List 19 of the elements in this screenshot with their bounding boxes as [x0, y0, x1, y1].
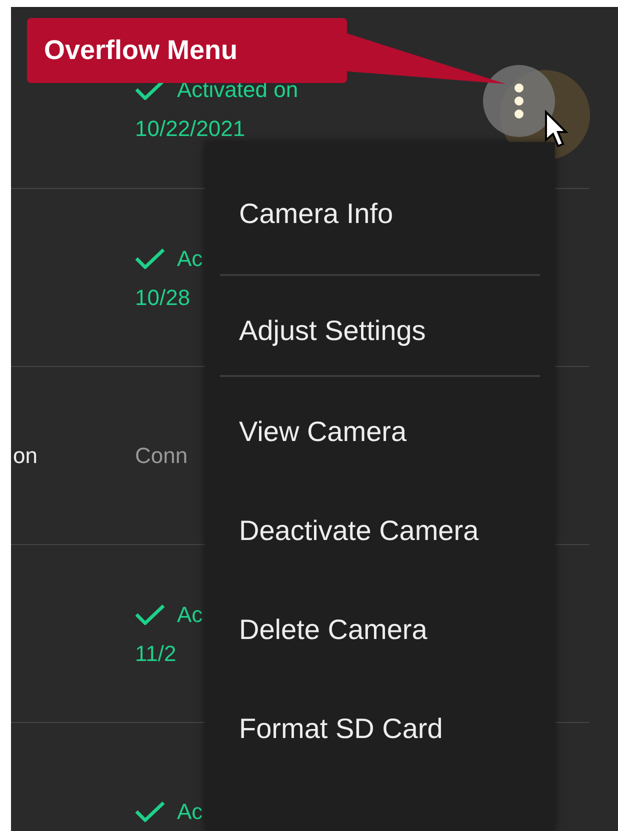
menu-item[interactable]: Deactivate Camera [205, 476, 555, 575]
status-text: Ac [177, 244, 203, 272]
status-text: Conn [135, 442, 188, 470]
menu-item[interactable]: Camera Info [205, 154, 555, 274]
menu-item[interactable]: Delete Camera [205, 575, 555, 674]
menu-item[interactable]: View Camera [205, 377, 555, 476]
check-icon [135, 801, 165, 822]
date-text: 10/22/2021 [135, 115, 246, 143]
date-text: 11/2 [135, 640, 178, 668]
kebab-icon [514, 83, 524, 119]
menu-item[interactable]: Adjust Settings [205, 276, 555, 375]
menu-item[interactable]: Format SD Card [205, 674, 555, 773]
row-label: on [13, 442, 38, 470]
date-text: 10/28 [135, 284, 192, 312]
status-text: Ac [177, 600, 203, 628]
check-icon [135, 604, 165, 624]
status-text: Ac [177, 798, 203, 826]
cursor-icon [544, 110, 568, 150]
check-icon [135, 248, 165, 268]
